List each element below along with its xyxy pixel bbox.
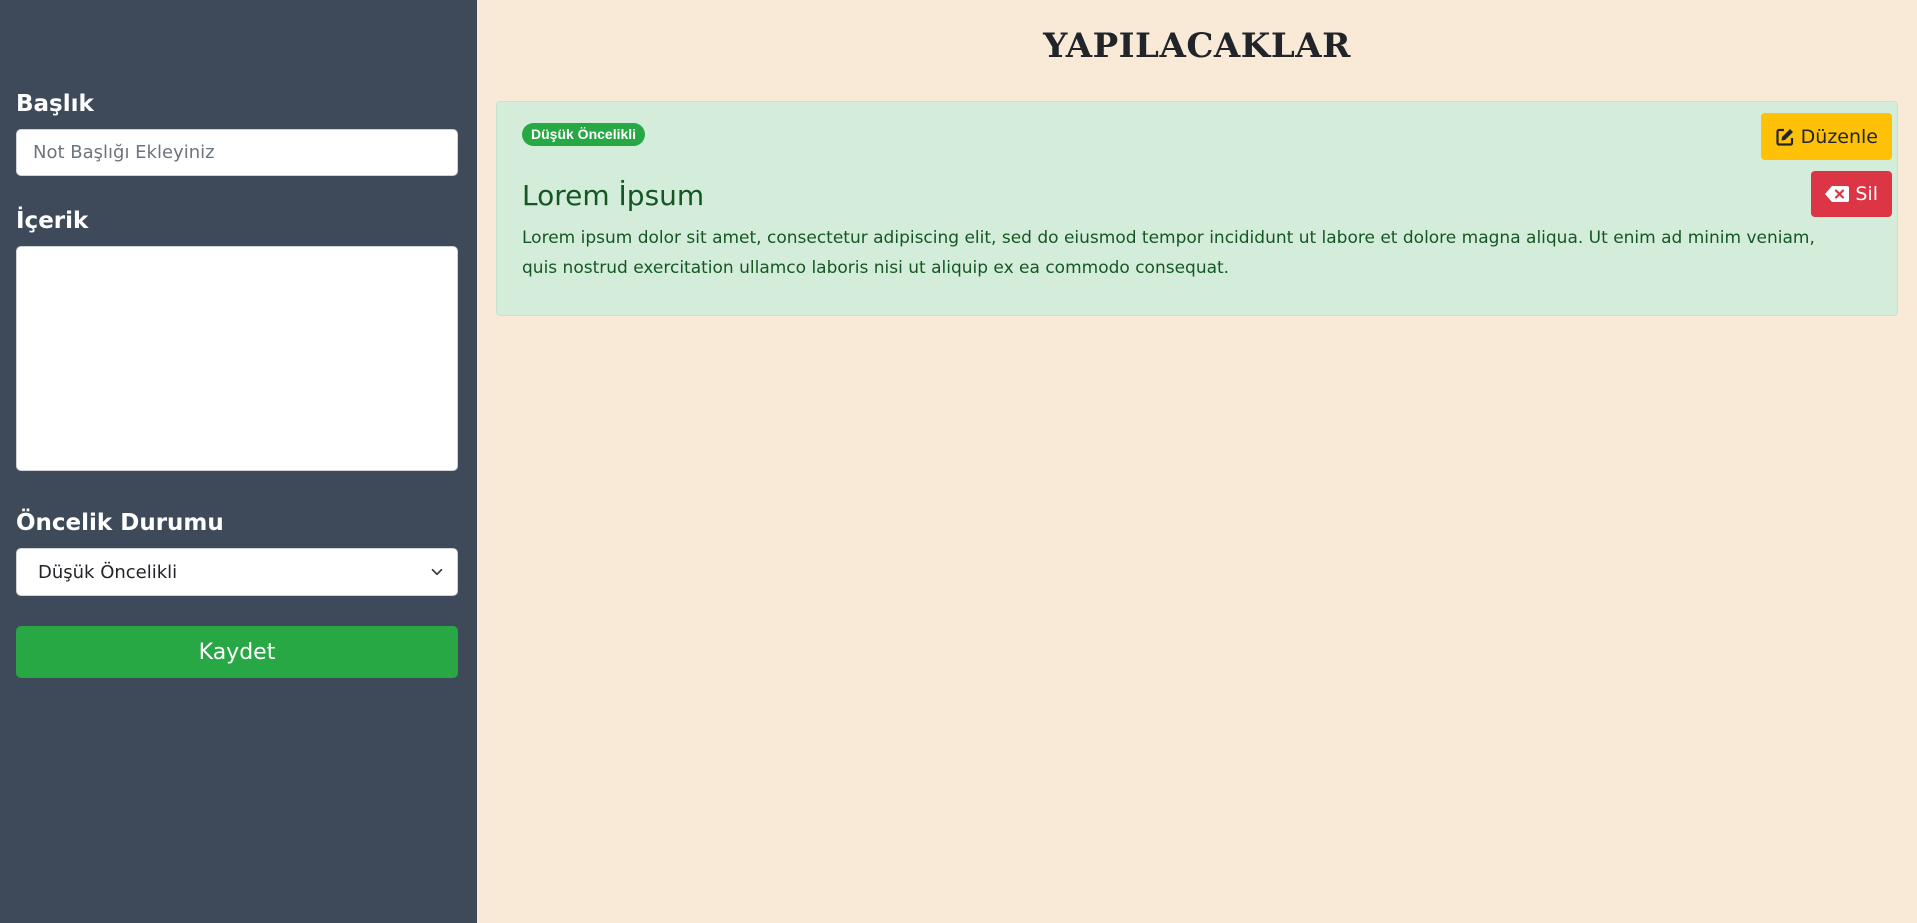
delete-button-label: Sil <box>1855 183 1878 205</box>
chevron-down-icon <box>431 568 443 576</box>
edit-button[interactable]: Düzenle <box>1760 113 1892 160</box>
note-content: Lorem ipsum dolor sit amet, consectetur … <box>522 228 1815 278</box>
content-textarea[interactable] <box>16 246 458 471</box>
title-input[interactable] <box>16 129 458 176</box>
priority-badge: Düşük Öncelikli <box>522 123 646 146</box>
edit-button-label: Düzenle <box>1800 125 1878 148</box>
delete-button[interactable]: Sil <box>1811 171 1892 217</box>
title-label: Başlık <box>16 91 94 117</box>
edit-icon <box>1776 128 1793 146</box>
note-card: Düşük Öncelikli Lorem İpsum Lorem ipsum … <box>496 101 1898 316</box>
notes-main: YAPILACAKLAR Düşük Öncelikli Lorem İpsum… <box>477 0 1917 923</box>
note-form-sidebar: Başlık İçerik Öncelik Durumu Düşük Öncel… <box>0 0 477 923</box>
backspace-icon <box>1825 186 1850 202</box>
priority-label: Öncelik Durumu <box>16 510 224 536</box>
page-title: YAPILACAKLAR <box>1043 26 1351 66</box>
priority-select-value: Düşük Öncelikli <box>38 561 178 583</box>
note-title: Lorem İpsum <box>522 179 705 212</box>
content-label: İçerik <box>16 208 89 234</box>
save-button[interactable]: Kaydet <box>16 626 458 678</box>
priority-select[interactable]: Düşük Öncelikli <box>16 548 458 596</box>
